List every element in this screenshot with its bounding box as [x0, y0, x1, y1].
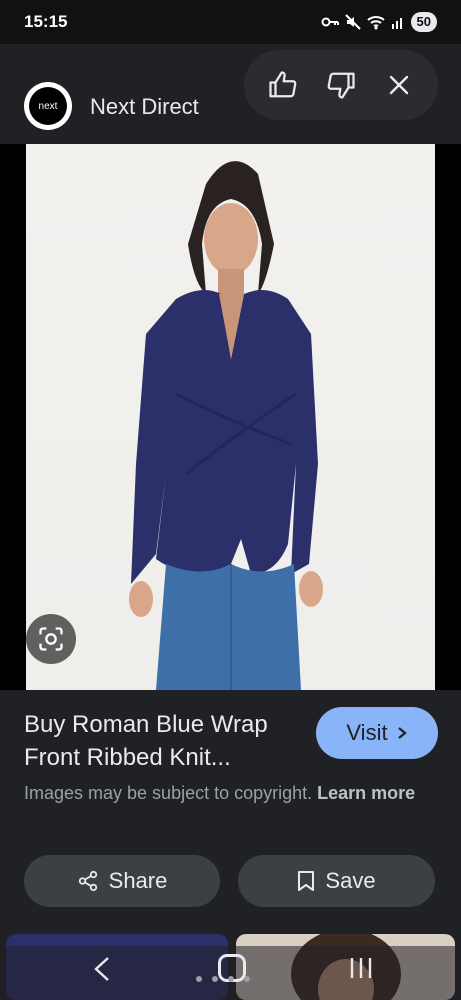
share-icon	[78, 870, 97, 892]
thumbs-down-icon	[327, 72, 355, 99]
learn-more-link[interactable]: Learn more	[317, 783, 415, 803]
save-button[interactable]: Save	[238, 855, 435, 907]
image-viewer	[0, 144, 461, 690]
result-header: next Next Direct	[0, 44, 461, 144]
model-illustration	[129, 161, 323, 690]
lens-search-button[interactable]	[26, 614, 76, 664]
copyright-text: Images may be subject to copyright.	[24, 783, 313, 803]
status-time: 15:15	[24, 12, 68, 31]
thumbs-up-icon	[269, 71, 297, 98]
bookmark-icon	[298, 871, 315, 891]
result-title[interactable]: Buy Roman Blue Wrap Front Ribbed Knit...	[24, 708, 304, 774]
lens-icon	[39, 627, 63, 651]
back-icon[interactable]	[90, 954, 114, 984]
status-bar: 15:15 50	[0, 0, 461, 44]
share-label: Share	[108, 868, 168, 893]
signal-icon	[391, 18, 402, 29]
close-icon	[389, 75, 409, 95]
wifi-icon	[366, 16, 385, 30]
source-name[interactable]: Next Direct	[90, 94, 199, 120]
source-logo[interactable]: next	[24, 82, 72, 130]
thumbs-up-button[interactable]	[263, 65, 303, 105]
visit-label: Visit	[346, 720, 388, 745]
product-image[interactable]	[26, 144, 435, 690]
key-icon	[321, 17, 339, 27]
logo-text: next	[29, 87, 67, 125]
page-dot	[244, 976, 250, 982]
thumbs-down-button[interactable]	[321, 65, 361, 105]
page-dot	[196, 976, 202, 982]
page-dot	[228, 976, 234, 982]
status-icons: 50	[321, 11, 437, 33]
share-button[interactable]: Share	[24, 855, 220, 907]
page-dot	[212, 976, 218, 982]
page-indicator	[196, 976, 250, 982]
recent-apps-icon[interactable]	[348, 956, 374, 980]
feedback-bar	[244, 50, 438, 120]
save-label: Save	[325, 868, 376, 893]
mute-icon	[344, 14, 361, 30]
close-button[interactable]	[379, 65, 419, 105]
battery-level: 50	[410, 12, 437, 32]
copyright-notice: Images may be subject to copyright. Lear…	[24, 780, 424, 807]
visit-button[interactable]: Visit	[316, 707, 438, 759]
navigation-bar	[0, 946, 461, 1000]
chevron-right-icon	[397, 727, 407, 739]
